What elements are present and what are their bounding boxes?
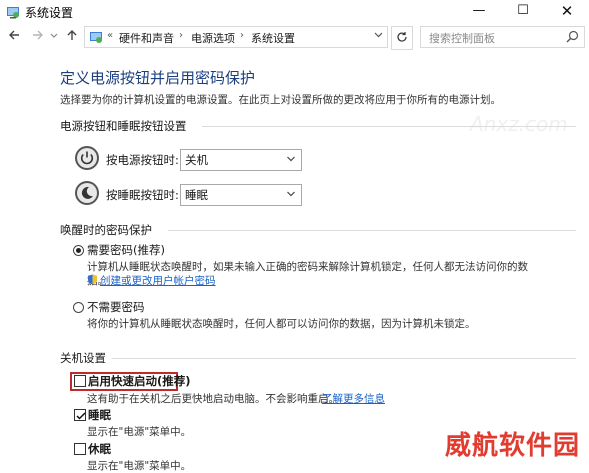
control-panel-icon bbox=[90, 32, 102, 43]
sleep-desc: 显示在"电源"菜单中。 bbox=[87, 426, 192, 438]
forward-button[interactable] bbox=[30, 28, 46, 48]
chevron-down-icon bbox=[287, 191, 295, 197]
hibernate-desc: 显示在"电源"菜单中。 bbox=[87, 460, 192, 472]
page-title: 定义电源按钮并启用密码保护 bbox=[60, 69, 256, 87]
power-icon bbox=[75, 146, 99, 170]
chevron-down-icon bbox=[50, 33, 58, 38]
breadcrumb-power-options[interactable]: 电源选项 bbox=[191, 30, 235, 46]
fast-startup-label[interactable]: 启用快速启动(推荐) bbox=[88, 373, 191, 389]
divider bbox=[112, 358, 576, 359]
breadcrumb-overflow[interactable]: « bbox=[107, 30, 113, 41]
sleep-checkbox[interactable] bbox=[74, 409, 86, 421]
sleep-label[interactable]: 睡眠 bbox=[88, 407, 111, 423]
fast-startup-checkbox[interactable] bbox=[74, 375, 86, 387]
divider bbox=[202, 126, 576, 127]
power-button-label: 按电源按钮时: bbox=[106, 153, 179, 167]
address-bar[interactable]: « 硬件和声音 › 电源选项 › 系统设置 bbox=[84, 26, 388, 48]
sleep-button-select[interactable]: 睡眠 bbox=[180, 184, 302, 206]
no-password-radio[interactable] bbox=[73, 302, 84, 313]
require-password-desc: 计算机从睡眠状态唤醒时，如果未输入正确的密码来解除计算机锁定，任何人都无法访问你… bbox=[87, 261, 528, 273]
hibernate-label[interactable]: 休眠 bbox=[88, 441, 111, 457]
recent-locations-button[interactable] bbox=[49, 28, 59, 48]
shield-icon bbox=[88, 274, 97, 285]
section-title-power-buttons: 电源按钮和睡眠按钮设置 bbox=[60, 119, 187, 133]
require-password-label[interactable]: 需要密码(推荐) bbox=[87, 242, 165, 258]
breadcrumb-system-settings[interactable]: 系统设置 bbox=[251, 30, 295, 46]
sleep-button-label: 按睡眠按钮时: bbox=[106, 188, 179, 202]
breadcrumb-separator[interactable]: › bbox=[240, 30, 244, 41]
no-password-desc: 将你的计算机从睡眠状态唤醒时，任何人都可以访问你的数据，因为计算机未锁定。 bbox=[87, 318, 476, 330]
sleep-icon bbox=[75, 181, 99, 205]
title-bar: 系统设置 — ☐ ✕ bbox=[0, 0, 589, 24]
create-password-link[interactable]: 创建或更改用户帐户密码 bbox=[100, 273, 216, 288]
control-panel-icon bbox=[7, 7, 19, 19]
section-title-shutdown: 关机设置 bbox=[60, 351, 106, 365]
address-dropdown-button[interactable] bbox=[374, 30, 383, 42]
refresh-button[interactable] bbox=[391, 26, 413, 50]
arrow-left-icon bbox=[9, 30, 19, 40]
divider bbox=[168, 230, 576, 231]
faint-watermark: Anxz.com bbox=[470, 112, 568, 136]
power-button-value: 关机 bbox=[185, 153, 208, 167]
breadcrumb-hardware-sound[interactable]: 硬件和声音 bbox=[119, 30, 174, 46]
back-button[interactable] bbox=[6, 28, 22, 48]
chevron-down-icon bbox=[287, 156, 295, 162]
learn-more-link[interactable]: 了解更多信息 bbox=[322, 391, 385, 406]
section-title-password: 唤醒时的密码保护 bbox=[60, 223, 152, 237]
main-content: Anxz.com 定义电源按钮并启用密码保护 选择要为你的计算机设置的电源设置。… bbox=[0, 52, 589, 472]
search-placeholder: 搜索控制面板 bbox=[429, 32, 495, 45]
refresh-icon bbox=[397, 32, 407, 42]
window-title: 系统设置 bbox=[25, 6, 74, 20]
sleep-button-value: 睡眠 bbox=[185, 188, 208, 202]
site-watermark: 威航软件园 bbox=[445, 431, 581, 461]
power-button-select[interactable]: 关机 bbox=[180, 149, 302, 171]
require-password-radio[interactable] bbox=[73, 245, 84, 256]
checkmark-icon bbox=[76, 412, 86, 420]
fast-startup-desc: 这有助于在关机之后更快地启动电脑。不会影响重启。 bbox=[87, 393, 339, 405]
close-button[interactable]: ✕ bbox=[544, 0, 589, 24]
up-button[interactable] bbox=[64, 28, 80, 48]
arrow-up-icon bbox=[67, 30, 77, 40]
page-description: 选择要为你的计算机设置的电源设置。在此页上对设置所做的更改将应用于你所有的电源计… bbox=[60, 94, 501, 106]
arrow-right-icon bbox=[33, 30, 43, 40]
chevron-down-icon bbox=[374, 32, 383, 38]
maximize-button[interactable]: ☐ bbox=[500, 0, 546, 24]
search-icon[interactable] bbox=[566, 30, 579, 43]
no-password-label[interactable]: 不需要密码 bbox=[87, 299, 145, 315]
hibernate-checkbox[interactable] bbox=[74, 443, 86, 455]
minimize-button[interactable]: — bbox=[456, 0, 502, 24]
search-input[interactable]: 搜索控制面板 bbox=[420, 26, 585, 48]
breadcrumb-separator[interactable]: › bbox=[179, 30, 183, 41]
